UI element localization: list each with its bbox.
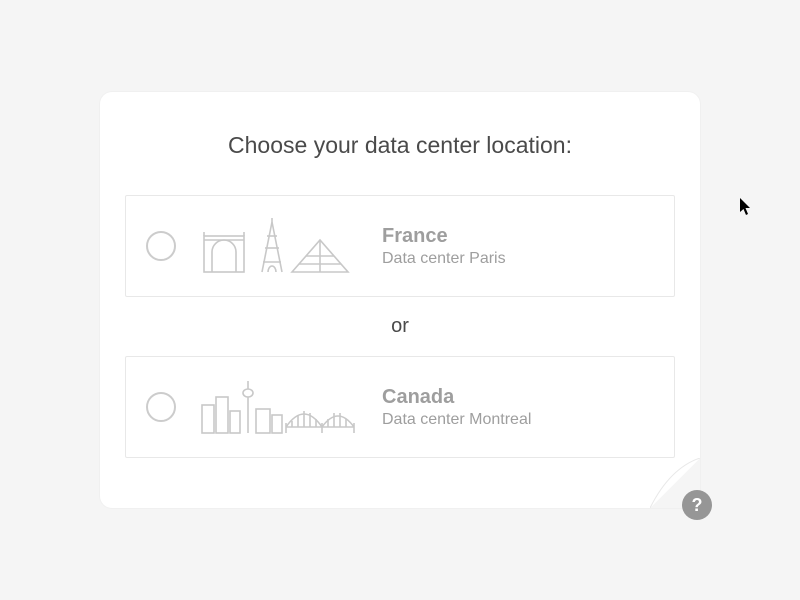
option-france-text: France Data center Paris [382, 224, 506, 268]
option-france[interactable]: France Data center Paris [125, 195, 675, 297]
option-canada[interactable]: Canada Data center Montreal [125, 356, 675, 458]
location-chooser-card: Choose your data center location: [100, 92, 700, 508]
france-skyline-icon [198, 218, 358, 274]
option-france-title: France [382, 224, 506, 248]
help-icon: ? [692, 495, 703, 516]
cursor-icon [740, 198, 754, 221]
radio-france[interactable] [146, 231, 176, 261]
help-button[interactable]: ? [682, 490, 712, 520]
option-canada-title: Canada [382, 385, 531, 409]
option-france-subtitle: Data center Paris [382, 250, 506, 268]
option-canada-text: Canada Data center Montreal [382, 385, 531, 429]
card-title: Choose your data center location: [120, 132, 680, 159]
option-canada-subtitle: Data center Montreal [382, 411, 531, 429]
divider-text: or [120, 315, 680, 338]
radio-canada[interactable] [146, 392, 176, 422]
canada-skyline-icon [198, 379, 358, 435]
